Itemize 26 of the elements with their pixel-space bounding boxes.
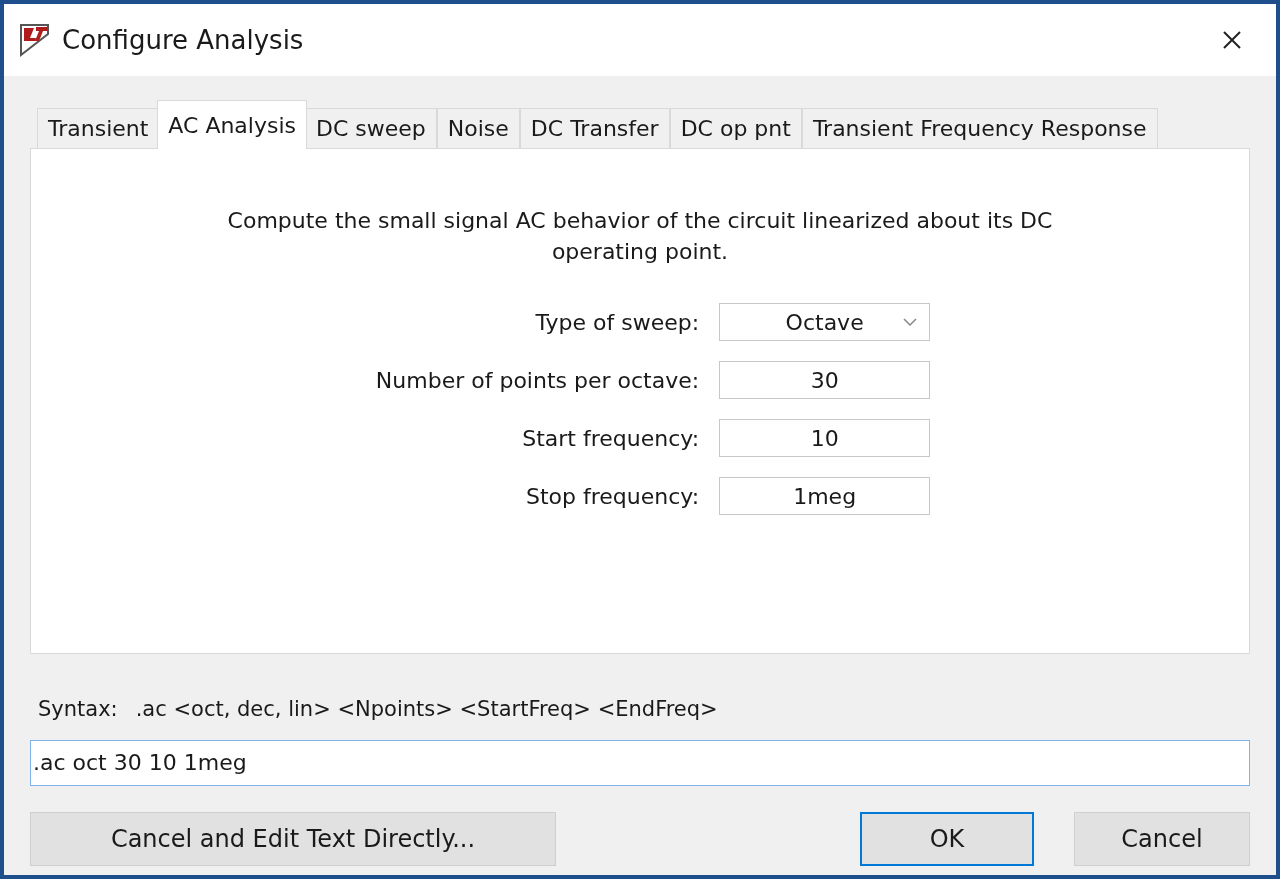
tab[interactable]: AC Analysis — [157, 100, 308, 149]
tab[interactable]: Transient Frequency Response — [801, 108, 1158, 149]
tab[interactable]: DC op pnt — [669, 108, 802, 149]
field-label: Start frequency: — [521, 424, 700, 453]
chevron-down-icon — [903, 318, 918, 326]
input-field[interactable]: 30 — [719, 361, 931, 399]
tab[interactable]: Noise — [436, 108, 520, 149]
tab[interactable]: Transient — [37, 108, 160, 149]
tab[interactable]: DC Transfer — [519, 108, 670, 149]
field-label: Number of points per octave: — [375, 366, 700, 395]
sweep-dropdown[interactable]: Octave — [719, 303, 931, 341]
close-icon[interactable] — [1222, 30, 1242, 50]
syntax-text: .ac <oct, dec, lin> <Npoints> <StartFreq> <EndFreq> — [135, 696, 718, 723]
input-field[interactable]: 1meg — [719, 477, 931, 515]
field-label: Stop frequency: — [524, 482, 700, 511]
field-label: Type of sweep: — [534, 308, 700, 337]
window-title: Configure Analysis — [62, 23, 304, 57]
dialog-button[interactable]: Cancel — [1074, 811, 1250, 866]
input-field[interactable]: 10 — [719, 419, 931, 457]
logo-icon — [18, 22, 52, 58]
syntax-label: Syntax: — [38, 696, 118, 723]
dialog-button[interactable]: Cancel and Edit Text Directly... — [30, 811, 556, 866]
ok-button[interactable]: OK — [860, 811, 1034, 866]
command-field[interactable]: .ac oct 30 10 1meg — [30, 739, 1250, 786]
tab[interactable]: DC sweep — [305, 108, 437, 149]
description-text: Compute the small signal AC behavior of the circuit linearized about its DC operating point. — [226, 207, 1054, 266]
